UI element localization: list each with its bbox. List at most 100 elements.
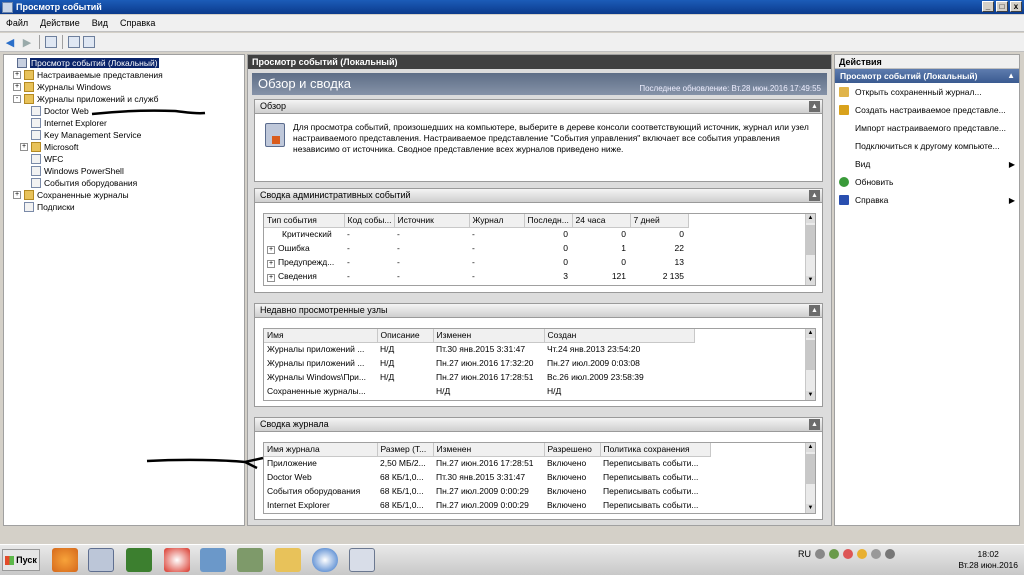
action-item[interactable]: Подключиться к другому компьюте... (835, 137, 1019, 155)
tree-item[interactable]: + Сохраненные журналы (4, 189, 244, 201)
vertical-scrollbar[interactable]: ▲ ▼ (805, 329, 815, 400)
network-icon[interactable] (871, 549, 881, 559)
collapse-icon[interactable]: ▲ (809, 190, 820, 201)
tree-item[interactable]: - Журналы приложений и служб (4, 93, 244, 105)
column-header[interactable]: Имя журнала (264, 443, 378, 457)
expand-toggle-icon[interactable]: + (13, 191, 21, 199)
minimize-button[interactable]: _ (982, 1, 994, 12)
action-item[interactable]: Справка ▶ (835, 191, 1019, 209)
menu-view[interactable]: Вид (86, 18, 114, 28)
scroll-thumb[interactable] (806, 225, 815, 255)
taskbar-app-icon[interactable] (126, 548, 152, 572)
scroll-down-arrow[interactable]: ▼ (806, 276, 815, 285)
tree-item[interactable]: Internet Explorer (4, 117, 244, 129)
column-header[interactable]: Журнал (469, 214, 525, 228)
taskbar-app-icon[interactable] (237, 548, 263, 572)
scroll-down-arrow[interactable]: ▼ (806, 391, 815, 400)
explorer-taskbar-icon[interactable] (275, 548, 301, 572)
collapse-icon[interactable]: ▲ (809, 101, 820, 112)
overview-section-header[interactable]: Обзор ▲ (254, 99, 823, 114)
column-header[interactable]: Имя (264, 329, 378, 343)
table-row[interactable]: + Предупрежд... - - -0 0 13 (264, 255, 688, 269)
column-header[interactable]: 24 часа (572, 214, 631, 228)
scroll-thumb[interactable] (806, 340, 815, 370)
column-header[interactable]: Описание (377, 329, 434, 343)
collapse-icon[interactable]: ▲ (809, 419, 820, 430)
table-row[interactable]: Критический - - - 0 0 0 (264, 227, 688, 241)
expand-row-icon[interactable]: + (267, 259, 275, 268)
scroll-down-arrow[interactable]: ▼ (806, 504, 815, 513)
vertical-scrollbar[interactable]: ▲ ▼ (805, 214, 815, 285)
start-button[interactable]: Пуск (2, 549, 40, 571)
menu-help[interactable]: Справка (114, 18, 161, 28)
tree-item[interactable]: Просмотр событий (Локальный) (4, 57, 244, 69)
expand-row-icon[interactable]: + (267, 245, 275, 254)
table-row[interactable]: Internet Explorer 68 КБ/1,0... Пн.27 июл.2… (264, 498, 710, 512)
expand-toggle-icon[interactable]: + (13, 83, 21, 91)
taskbar-app-icon[interactable] (52, 548, 78, 572)
log-summary-section-header[interactable]: Сводка журнала ▲ (254, 417, 823, 432)
action-item[interactable]: Обновить (835, 173, 1019, 191)
table-row[interactable]: + Ошибка - - -0 1 22 (264, 241, 688, 255)
action-item[interactable]: Открыть сохраненный журнал... (835, 83, 1019, 101)
column-header[interactable]: Последн... (524, 214, 573, 228)
expand-toggle-icon[interactable]: + (20, 143, 28, 151)
back-icon[interactable]: ◀ (3, 35, 17, 49)
maximize-button[interactable]: □ (996, 1, 1008, 12)
collapse-up-icon[interactable]: ▲ (1007, 69, 1015, 83)
tray-icon[interactable] (843, 549, 853, 559)
event-viewer-taskbar-icon[interactable] (88, 548, 114, 572)
volume-icon[interactable] (885, 549, 895, 559)
tray-icon[interactable] (829, 549, 839, 559)
show-hide-tree-icon[interactable] (45, 36, 57, 48)
table-row[interactable]: Сохраненные журналы... Н/Д Н/Д (264, 384, 694, 398)
column-header[interactable]: Разрешено (544, 443, 601, 457)
vertical-scrollbar[interactable]: ▲ ▼ (805, 443, 815, 513)
expand-toggle-icon[interactable]: + (13, 71, 21, 79)
collapse-icon[interactable]: ▲ (809, 305, 820, 316)
recent-nodes-section-header[interactable]: Недавно просмотренные узлы ▲ (254, 303, 823, 318)
close-button[interactable]: x (1010, 1, 1022, 12)
scroll-up-arrow[interactable]: ▲ (806, 329, 815, 338)
tree-item[interactable]: WFC (4, 153, 244, 165)
tray-icon[interactable] (815, 549, 825, 559)
scroll-thumb[interactable] (806, 454, 815, 484)
expand-toggle-icon[interactable]: - (13, 95, 21, 103)
tree-item[interactable]: Windows PowerShell (4, 165, 244, 177)
column-header[interactable]: Тип события (264, 214, 345, 228)
column-header[interactable]: Изменен (433, 443, 545, 457)
language-indicator[interactable]: RU (798, 549, 811, 559)
tree-item[interactable]: События оборудования (4, 177, 244, 189)
taskbar-app-icon[interactable] (312, 548, 338, 572)
action-item[interactable]: Импорт настраиваемого представле... (835, 119, 1019, 137)
table-row[interactable]: Журналы приложений ... Н/Д Пн.27 июн.2016 … (264, 356, 694, 370)
column-header[interactable]: Политика сохранения (600, 443, 711, 457)
menu-action[interactable]: Действие (34, 18, 86, 28)
column-header[interactable]: 7 дней (630, 214, 689, 228)
tree-item[interactable]: Key Management Service (4, 129, 244, 141)
tray-icon[interactable] (857, 549, 867, 559)
action-item[interactable]: Вид ▶ (835, 155, 1019, 173)
taskbar-app-icon[interactable] (349, 548, 375, 572)
scroll-up-arrow[interactable]: ▲ (806, 214, 815, 223)
forward-icon[interactable]: ▶ (20, 35, 34, 49)
column-header[interactable]: Размер (Т... (377, 443, 434, 457)
properties-icon[interactable] (68, 36, 80, 48)
expand-row-icon[interactable]: + (267, 273, 275, 282)
table-row[interactable]: + Сведения - - -3 121 2 135 (264, 269, 688, 283)
table-row[interactable]: События оборудования 68 КБ/1,0... Пн.27 ию… (264, 484, 710, 498)
column-header[interactable]: Источник (394, 214, 470, 228)
table-row[interactable]: Приложение 2,50 МБ/2... Пн.27 июн.2016 17:… (264, 456, 710, 470)
table-row[interactable]: Doctor Web 68 КБ/1,0... Пт.30 янв.2015 3:3… (264, 470, 710, 484)
taskbar-app-icon[interactable] (164, 548, 190, 572)
admin-summary-section-header[interactable]: Сводка административных событий ▲ (254, 188, 823, 203)
column-header[interactable]: Создан (544, 329, 695, 343)
clock[interactable]: 18:02 Вт.28 июн.2016 (958, 549, 1018, 571)
table-row[interactable]: Журналы Windows\При... Н/Д Пн.27 июн.2016 … (264, 370, 694, 384)
tree-item[interactable]: + Журналы Windows (4, 81, 244, 93)
column-header[interactable]: Изменен (433, 329, 545, 343)
tree-item[interactable]: Doctor Web (4, 105, 244, 117)
menu-file[interactable]: Файл (0, 18, 34, 28)
tree-item[interactable]: + Microsoft (4, 141, 244, 153)
tree-item[interactable]: + Настраиваемые представления (4, 69, 244, 81)
